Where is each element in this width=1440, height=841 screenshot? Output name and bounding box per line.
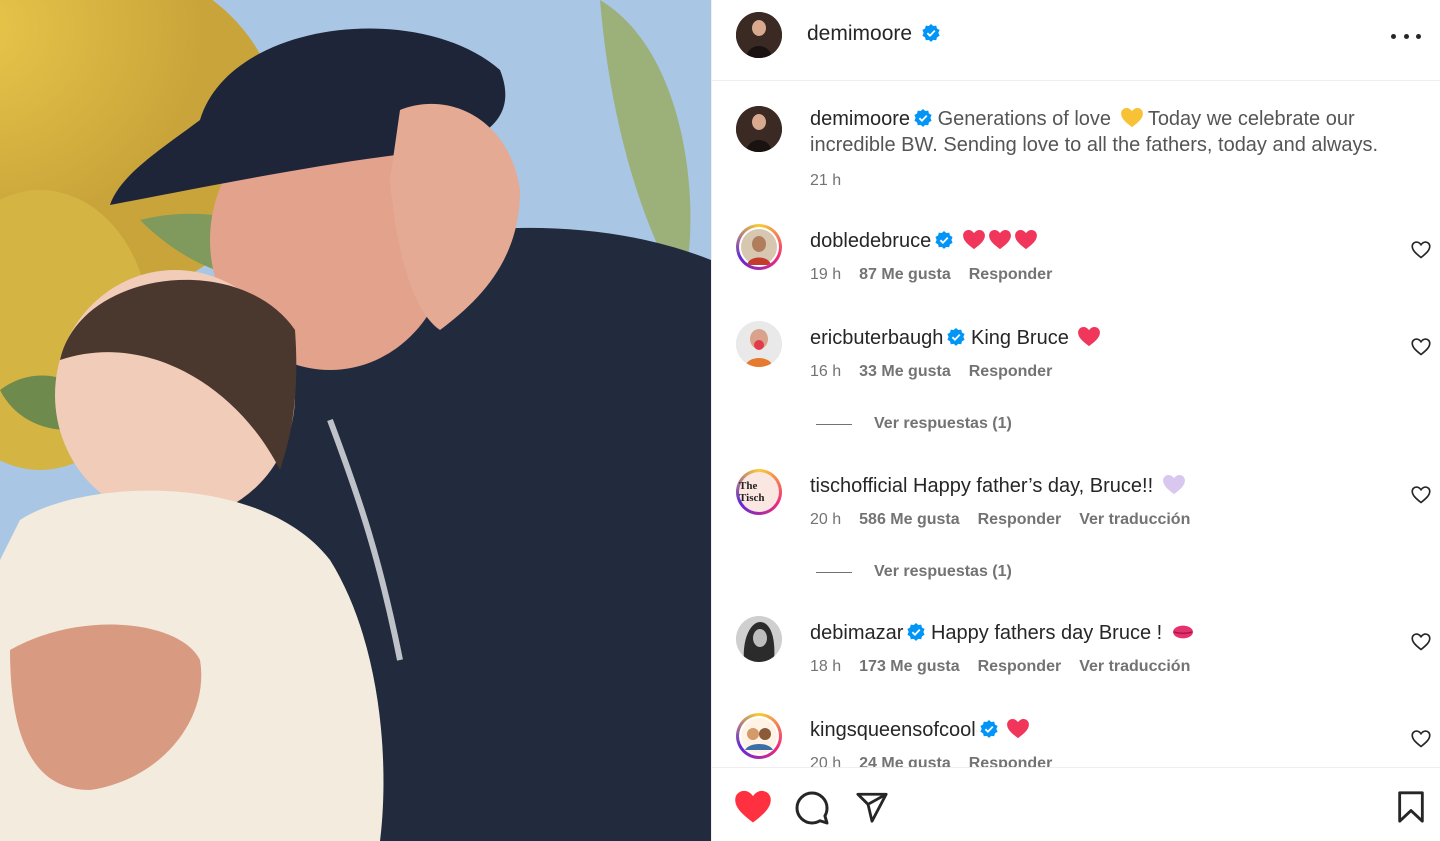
red-heart-emoji-icon [1078,327,1101,347]
comment-meta: 16 h 33 Me gusta Responder [810,363,1052,381]
like-heart-icon[interactable] [1411,729,1431,749]
reply-button[interactable]: Responder [969,266,1053,284]
comment-time: 19 h [810,266,842,283]
like-heart-icon[interactable] [1411,337,1431,357]
comment-username[interactable]: ericbuterbaugh [810,327,943,349]
post-actions-bar [712,767,1440,841]
comment-meta: 18 h 173 Me gusta Responder Ver traducci… [810,658,1190,676]
caption-meta: 21 h [810,172,841,190]
comment-avatar-image [739,227,779,267]
share-icon[interactable] [854,790,890,824]
comment-likes[interactable]: 586 Me gusta [859,511,959,529]
comment-username[interactable]: debimazar [810,622,903,644]
comment-meta: 20 h 586 Me gusta Responder Ver traducci… [810,511,1190,529]
yellow-heart-icon [1120,108,1143,128]
red-heart-emoji-icon [1014,230,1037,250]
comment-username[interactable]: dobledebruce [810,230,931,252]
red-heart-emoji-icon [988,230,1011,250]
view-replies-button[interactable]: Ver respuestas (1) [816,415,1012,433]
kiss-lips-emoji-icon [1172,625,1193,639]
caption-username[interactable]: demimoore [810,108,910,130]
comment-avatar-image [739,716,779,756]
comment-text: ericbuterbaugh King Bruce [810,325,1381,351]
comment-time: 20 h [810,755,842,767]
comment-avatar[interactable]: The Tisch [736,469,782,515]
comment-avatar-logo: The Tisch [739,472,779,512]
verified-badge-icon [922,24,940,42]
caption-time: 21 h [810,172,842,189]
like-heart-icon[interactable] [1411,485,1431,505]
comment-text: dobledebruce [810,228,1381,254]
caption-avatar-image [736,106,782,152]
comment-avatar-image [736,616,782,662]
comment-username[interactable]: tischofficial [810,475,907,497]
comment-avatar[interactable] [736,616,782,662]
red-heart-emoji-icon [1007,719,1030,739]
comment-time: 16 h [810,363,842,380]
comment-body: King Bruce [971,327,1069,349]
comment-time: 18 h [810,658,842,675]
like-heart-icon[interactable] [1411,632,1431,652]
comment-text: kingsqueensofcool [810,717,1381,743]
heart-icon[interactable] [734,790,772,824]
comment-body: Happy father’s day, Bruce!! [913,475,1154,497]
translate-button[interactable]: Ver traducción [1079,511,1190,529]
red-heart-emoji-icon [962,230,985,250]
reply-button[interactable]: Responder [978,511,1062,529]
verified-badge-icon [935,231,953,249]
bookmark-icon[interactable] [1396,790,1426,824]
comment-text: debimazar Happy fathers day Bruce ! [810,620,1381,646]
verified-badge-icon [914,109,932,127]
comments-list[interactable]: demimoore Generations of love Today we c… [712,82,1440,767]
comment-likes[interactable]: 173 Me gusta [859,658,959,676]
comment-likes[interactable]: 33 Me gusta [859,363,951,381]
replies-divider [816,423,852,425]
comment-avatar[interactable] [736,224,782,270]
comment-icon[interactable] [794,790,830,826]
comment-time: 20 h [810,511,842,528]
caption-main: Generations of love [937,108,1112,130]
more-options-icon[interactable] [1391,24,1421,48]
reply-button[interactable]: Responder [969,363,1053,381]
comment-body: Happy fathers day Bruce ! [930,622,1163,644]
post-panel: demimoore demimoore Generations of love [711,0,1440,841]
post-photo[interactable] [0,0,711,841]
translate-button[interactable]: Ver traducción [1079,658,1190,676]
caption-avatar[interactable] [736,106,782,152]
author-avatar-image [736,12,782,58]
view-replies-label[interactable]: Ver respuestas (1) [874,563,1012,581]
caption-text: demimoore Generations of love Today we c… [810,106,1381,158]
replies-divider [816,571,852,573]
comment-avatar-image [736,321,782,367]
reply-button[interactable]: Responder [969,755,1053,767]
view-replies-label[interactable]: Ver respuestas (1) [874,415,1012,433]
photo-illustration [0,0,711,841]
comment-text: tischofficial Happy father’s day, Bruce!… [810,473,1381,499]
author-username-text[interactable]: demimoore [807,22,912,45]
comment-meta: 19 h 87 Me gusta Responder [810,266,1052,284]
comment-avatar[interactable] [736,321,782,367]
like-heart-icon[interactable] [1411,240,1431,260]
comment-meta: 20 h 24 Me gusta Responder [810,755,1052,767]
comment-username[interactable]: kingsqueensofcool [810,719,976,741]
author-username[interactable]: demimoore [807,22,940,46]
post-header: demimoore [712,0,1440,81]
view-replies-button[interactable]: Ver respuestas (1) [816,563,1012,581]
verified-badge-icon [947,328,965,346]
comment-likes[interactable]: 87 Me gusta [859,266,951,284]
reply-button[interactable]: Responder [978,658,1062,676]
comment-avatar[interactable] [736,713,782,759]
author-avatar[interactable] [736,12,782,58]
lavender-heart-emoji-icon [1162,475,1185,495]
verified-badge-icon [907,623,925,641]
verified-badge-icon [980,720,998,738]
comment-likes[interactable]: 24 Me gusta [859,755,951,767]
